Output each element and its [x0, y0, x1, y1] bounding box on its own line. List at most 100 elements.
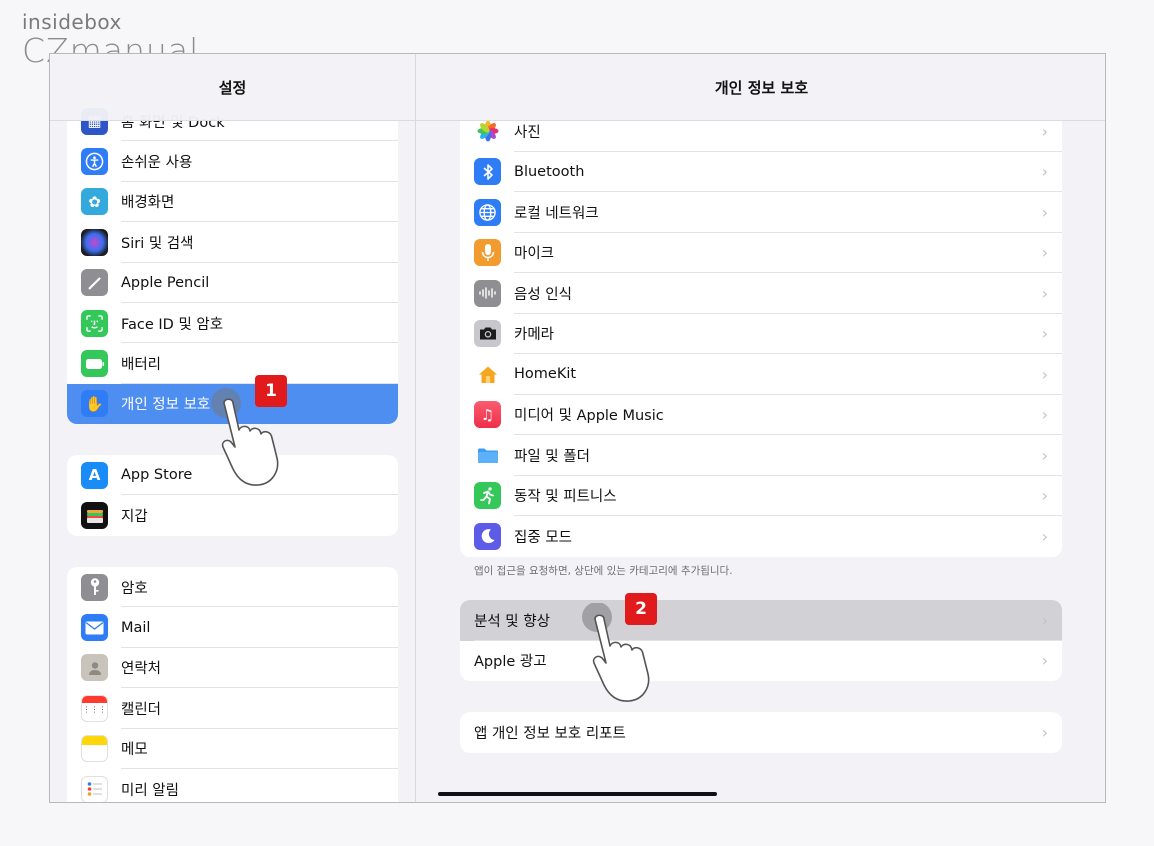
privacy-categories-group: 사진 › Bluetooth › 로컬 네트워크 › 마이크 › 음성 인식 ›… [460, 111, 1062, 557]
chevron-right-icon: › [1041, 162, 1048, 182]
privacy-item-label: 파일 및 폴더 [514, 448, 590, 465]
sidebar-item-label: 지갑 [121, 509, 148, 526]
privacy-report-group: 앱 개인 정보 보호 리포트 › [460, 712, 1062, 753]
privacy-item-label: 집중 모드 [514, 529, 572, 546]
sidebar-item-reminders[interactable]: 미리 알림 [67, 769, 398, 802]
chevron-right-icon: › [1041, 243, 1048, 263]
chevron-right-icon: › [1041, 486, 1048, 506]
privacy-item-label: 카메라 [514, 327, 555, 344]
sidebar-item-label: 배경화면 [121, 195, 175, 212]
sidebar-item-label: Siri 및 검색 [121, 235, 194, 252]
privacy-item-focus[interactable]: 집중 모드 › [460, 516, 1062, 557]
privacy-item-label: 동작 및 피트니스 [514, 489, 617, 506]
sidebar-item-label: App Store [121, 467, 193, 484]
privacy-item-apple-ads[interactable]: Apple 광고 › [460, 641, 1062, 682]
sidebar-item-label: 손쉬운 사용 [121, 155, 193, 172]
chevron-right-icon: › [1041, 283, 1048, 303]
appstore-icon: A [81, 461, 108, 489]
sidebar-item-calendar[interactable]: ⋮⋮⋮ 캘린더 [67, 688, 398, 729]
sidebar-item-siri[interactable]: Siri 및 검색 [67, 222, 398, 263]
hand-icon: ✋ [81, 390, 108, 418]
privacy-detail-pane: 개인 정보 보호 사진 › Bluetooth › 로컬 네트워크 › 마이크 … [416, 54, 1105, 802]
privacy-item-label: 앱 개인 정보 보호 리포트 [474, 725, 626, 742]
sidebar-item-wallet[interactable]: 지갑 [67, 495, 398, 535]
watermark-line1: insidebox [22, 10, 122, 34]
privacy-item-label: HomeKit [514, 366, 577, 383]
camera-icon [474, 320, 501, 348]
privacy-item-label: 미디어 및 Apple Music [514, 408, 664, 425]
privacy-item-camera[interactable]: 카메라 › [460, 314, 1062, 355]
sidebar-item-label: 개인 정보 보호 [121, 397, 211, 414]
privacy-footnote: 앱이 접근을 요청하면, 상단에 있는 카테고리에 추가됩니다. [474, 565, 733, 577]
sidebar-item-apple-pencil[interactable]: Apple Pencil [67, 263, 398, 304]
faceid-icon [81, 309, 108, 337]
reminders-icon [81, 775, 108, 802]
moon-icon [474, 522, 501, 550]
sidebar-item-mail[interactable]: Mail [67, 607, 398, 649]
sidebar-item-contacts[interactable]: 연락처 [67, 648, 398, 689]
privacy-item-label: 사진 [514, 124, 541, 141]
chevron-right-icon: › [1041, 364, 1048, 384]
chevron-right-icon: › [1041, 121, 1048, 141]
privacy-item-homekit[interactable]: HomeKit › [460, 354, 1062, 395]
siri-icon [81, 228, 108, 256]
battery-icon [81, 350, 108, 378]
mic-icon [474, 239, 501, 267]
sidebar-item-label: Face ID 및 암호 [121, 316, 224, 333]
privacy-item-local-network[interactable]: 로컬 네트워크 › [460, 192, 1062, 233]
sidebar-title: 설정 [50, 54, 415, 121]
folder-icon [474, 441, 501, 469]
detail-title: 개인 정보 보호 [416, 54, 1105, 121]
sidebar-item-notes[interactable]: 메모 [67, 729, 398, 770]
photos-icon [474, 117, 501, 145]
privacy-item-app-privacy-report[interactable]: 앱 개인 정보 보호 리포트 › [460, 712, 1062, 753]
privacy-item-label: Apple 광고 [474, 654, 547, 671]
notes-icon [81, 735, 108, 763]
sidebar-item-label: 미리 알림 [121, 782, 179, 799]
privacy-item-label: Bluetooth [514, 163, 585, 180]
chevron-right-icon: › [1041, 651, 1048, 671]
sidebar-item-faceid[interactable]: Face ID 및 암호 [67, 303, 398, 344]
sidebar-item-label: Apple Pencil [121, 274, 210, 291]
calendar-icon: ⋮⋮⋮ [81, 694, 108, 722]
bluetooth-icon [474, 158, 501, 186]
accessibility-icon [81, 148, 108, 176]
chevron-right-icon: › [1041, 526, 1048, 546]
privacy-item-analytics[interactable]: 분석 및 향상 › [460, 600, 1062, 641]
chevron-right-icon: › [1041, 202, 1048, 222]
privacy-item-label: 분석 및 향상 [474, 613, 550, 630]
fitness-icon [474, 482, 501, 510]
contacts-icon [81, 654, 108, 682]
analytics-group: 분석 및 향상 › Apple 광고 › [460, 600, 1062, 681]
sidebar-item-battery[interactable]: 배터리 [67, 343, 398, 385]
sidebar-group-1: ▦ 홈 화면 및 Dock 손쉬운 사용 ✿ 배경화면 Siri 및 검색 Ap… [67, 101, 398, 425]
flower-icon: ✿ [81, 188, 108, 216]
wallet-icon [81, 502, 108, 530]
privacy-item-media-apple-music[interactable]: ♫ 미디어 및 Apple Music › [460, 395, 1062, 436]
privacy-item-files-folders[interactable]: 파일 및 폴더 › [460, 435, 1062, 476]
globe-icon [474, 198, 501, 226]
privacy-item-speech-recognition[interactable]: 음성 인식 › [460, 273, 1062, 314]
sidebar-item-passwords[interactable]: 암호 [67, 567, 398, 608]
sidebar-item-label: 암호 [121, 580, 148, 597]
sidebar-item-accessibility[interactable]: 손쉬운 사용 [67, 141, 398, 183]
privacy-item-label: 로컬 네트워크 [514, 205, 599, 222]
chevron-right-icon: › [1041, 445, 1048, 465]
privacy-item-microphone[interactable]: 마이크 › [460, 233, 1062, 274]
chevron-right-icon: › [1041, 610, 1048, 630]
privacy-item-motion-fitness[interactable]: 동작 및 피트니스 › [460, 476, 1062, 517]
privacy-item-label: 마이크 [514, 246, 555, 263]
music-icon: ♫ [474, 401, 501, 429]
chevron-right-icon: › [1041, 405, 1048, 425]
sidebar-item-label: 연락처 [121, 661, 162, 678]
sidebar-item-label: 배터리 [121, 357, 162, 374]
sidebar-item-wallpaper[interactable]: ✿ 배경화면 [67, 182, 398, 223]
home-icon [474, 360, 501, 388]
mail-icon [81, 614, 108, 642]
sidebar-item-label: 메모 [121, 742, 148, 759]
step-badge-2: 2 [625, 593, 657, 625]
privacy-item-bluetooth[interactable]: Bluetooth › [460, 152, 1062, 193]
key-icon [81, 573, 108, 601]
home-indicator [438, 792, 717, 796]
step-badge-1: 1 [255, 375, 287, 407]
